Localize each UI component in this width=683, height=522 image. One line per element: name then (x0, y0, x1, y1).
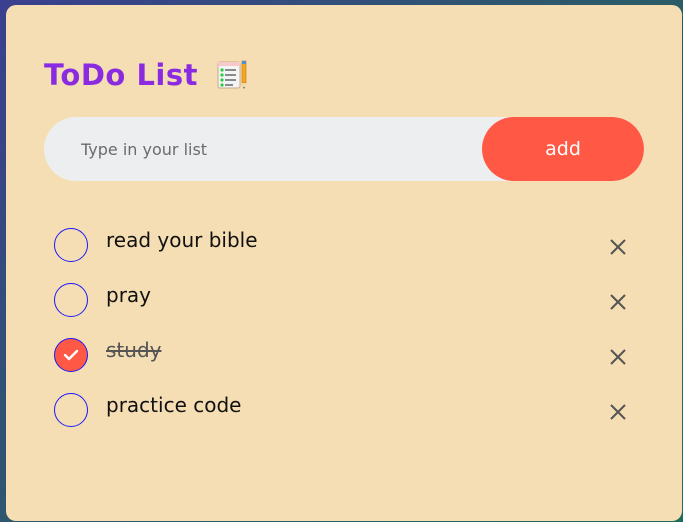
list-item[interactable]: pray (44, 278, 644, 333)
list-item[interactable]: practice code (44, 388, 644, 443)
checkbox-checked[interactable] (54, 338, 88, 372)
add-button[interactable]: add (482, 117, 644, 181)
todo-text[interactable]: practice code (106, 392, 241, 418)
check-icon (63, 349, 79, 361)
checkbox[interactable] (54, 228, 88, 262)
checkbox[interactable] (54, 283, 88, 317)
list-item[interactable]: read your bible (44, 223, 644, 278)
close-icon[interactable] (606, 290, 630, 314)
todo-card: ToDo List add (6, 5, 682, 521)
todo-input[interactable] (44, 117, 484, 181)
todo-text[interactable]: read your bible (106, 227, 258, 253)
close-icon[interactable] (606, 400, 630, 424)
list-item[interactable]: study (44, 333, 644, 388)
todo-text[interactable]: study (106, 337, 161, 363)
todo-list: read your bible pray study practice code (44, 223, 644, 443)
close-icon[interactable] (606, 235, 630, 259)
checkbox[interactable] (54, 393, 88, 427)
checklist-notepad-pencil-icon (216, 59, 248, 91)
close-icon[interactable] (606, 345, 630, 369)
todo-text[interactable]: pray (106, 282, 151, 308)
page-title: ToDo List (44, 58, 198, 92)
header: ToDo List (44, 55, 248, 95)
input-bar: add (44, 117, 644, 181)
